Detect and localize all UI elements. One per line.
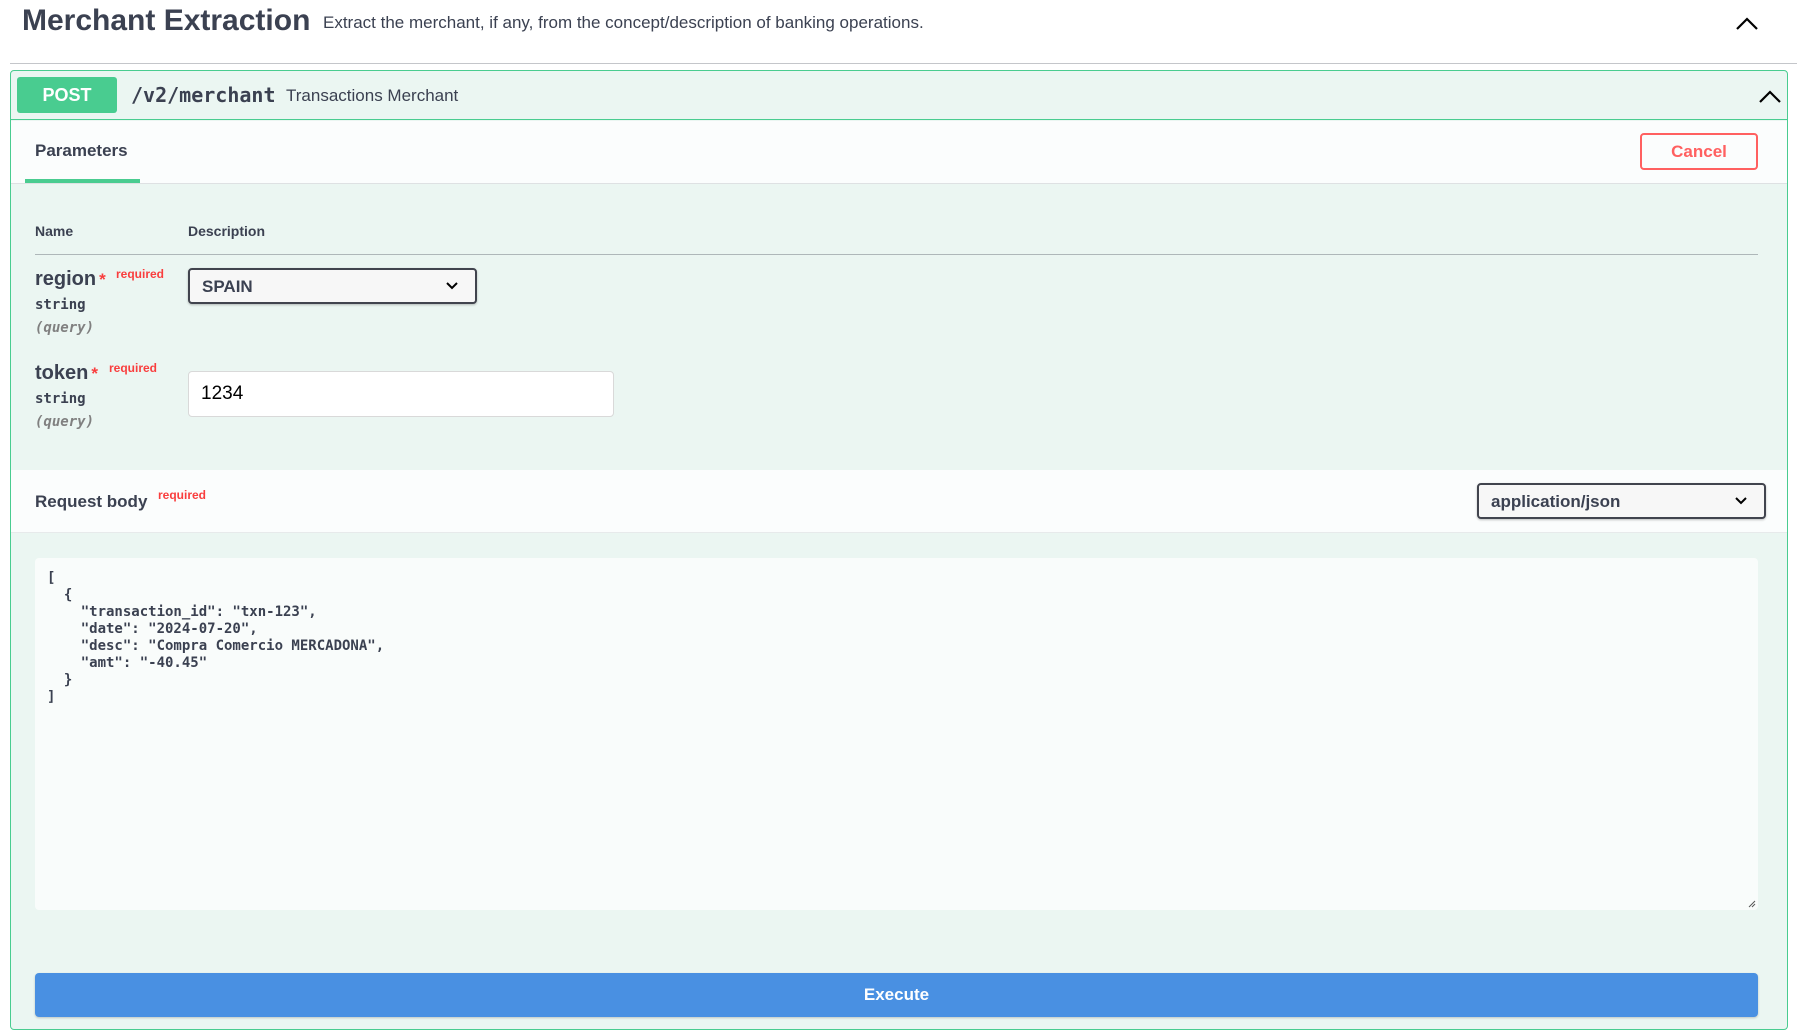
token-input[interactable]: 1234 xyxy=(188,371,614,417)
operation-path: /v2/merchant xyxy=(131,83,276,107)
resize-handle-icon[interactable] xyxy=(1748,900,1756,908)
required-label: required xyxy=(109,361,158,375)
chevron-down-icon xyxy=(446,282,458,290)
param-type: string xyxy=(35,391,86,407)
request-body-header: Request body required application/json xyxy=(11,470,1787,533)
request-body-title: Request body xyxy=(35,492,148,511)
region-select[interactable]: SPAIN xyxy=(188,268,477,304)
region-select-value: SPAIN xyxy=(202,277,253,296)
column-header-description: Description xyxy=(188,223,266,239)
content-type-select[interactable]: application/json xyxy=(1477,483,1766,519)
param-location: (query) xyxy=(35,414,95,430)
divider xyxy=(35,254,1758,255)
tag-description: Extract the merchant, if any, from the c… xyxy=(323,13,924,32)
parameters-header: Parameters Cancel xyxy=(11,121,1787,184)
execute-button[interactable]: Execute xyxy=(35,973,1758,1017)
required-star: * xyxy=(91,364,98,383)
required-label: required xyxy=(158,488,207,502)
content-type-value: application/json xyxy=(1491,492,1621,511)
chevron-up-icon[interactable] xyxy=(1757,83,1783,109)
operation-summary-text: Transactions Merchant xyxy=(286,86,459,105)
cancel-button[interactable]: Cancel xyxy=(1640,133,1758,170)
request-body-editor[interactable]: [ { "transaction_id": "txn-123", "date":… xyxy=(35,558,1758,910)
tab-parameters[interactable]: Parameters xyxy=(35,141,128,161)
param-location: (query) xyxy=(35,320,95,336)
chevron-down-icon xyxy=(1735,497,1747,505)
operation-block: POST /v2/merchant Transactions Merchant … xyxy=(10,70,1788,1030)
chevron-up-icon[interactable] xyxy=(1732,8,1762,38)
param-name-region: region * xyxy=(35,268,106,290)
tag-header[interactable]: Merchant Extraction Extract the merchant… xyxy=(10,0,1797,64)
operation-summary[interactable]: POST /v2/merchant Transactions Merchant xyxy=(11,71,1787,120)
method-badge: POST xyxy=(17,77,117,113)
param-type: string xyxy=(35,297,86,313)
request-body-text: [ { "transaction_id": "txn-123", "date":… xyxy=(47,570,385,705)
param-name-token: token * xyxy=(35,362,98,384)
column-header-name: Name xyxy=(35,223,74,239)
tab-underline xyxy=(25,179,140,183)
tag-title: Merchant Extraction xyxy=(22,4,311,37)
required-star: * xyxy=(99,270,106,289)
required-label: required xyxy=(116,267,165,281)
